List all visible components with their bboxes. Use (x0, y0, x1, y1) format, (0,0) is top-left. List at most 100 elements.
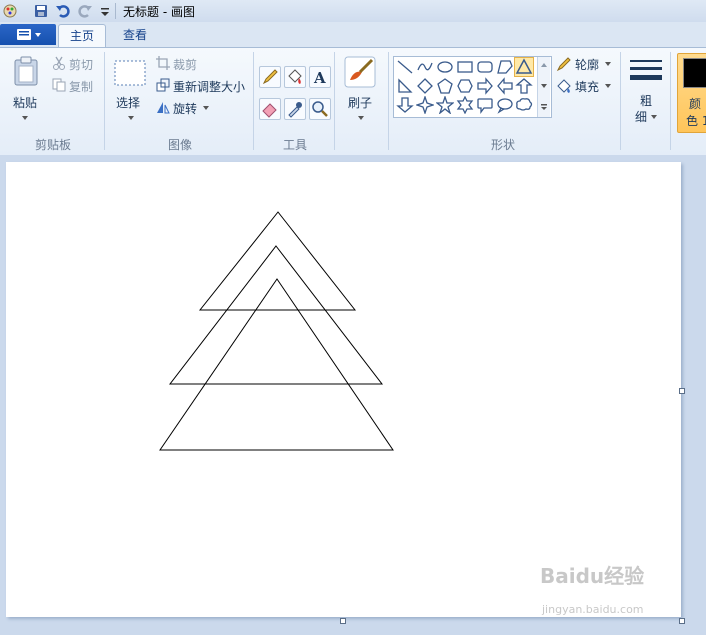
group-separator (620, 52, 621, 150)
outline-label: 轮廓 (575, 58, 600, 72)
tab-view[interactable]: 查看 (112, 24, 158, 47)
fill-tool[interactable] (284, 66, 306, 88)
drawing-canvas[interactable] (6, 162, 681, 617)
scroll-down-icon[interactable] (540, 83, 548, 89)
color1-label-2: 色 1 (686, 114, 706, 128)
size-label-1: 粗 (640, 94, 653, 108)
resize-button[interactable]: 重新调整大小 (154, 77, 249, 95)
watermark-logo: Baidu经验 (540, 564, 645, 588)
window-title: 无标题 - 画图 (123, 5, 195, 19)
eraser-tool[interactable] (259, 98, 281, 120)
save-icon[interactable] (33, 3, 49, 19)
up-arrow-shape-icon[interactable] (515, 77, 533, 95)
scroll-up-icon[interactable] (540, 62, 548, 68)
pentagon-shape-icon[interactable] (436, 77, 454, 95)
rectangle-shape-icon[interactable] (456, 58, 474, 76)
size-button[interactable]: 粗 细 (626, 50, 666, 126)
oval-callout-shape-icon[interactable] (496, 96, 514, 114)
hexagon-shape-icon[interactable] (456, 77, 474, 95)
triangle-shape-small (198, 211, 357, 311)
brushes-label: 刷子 (348, 96, 373, 110)
shapes-scrollbar[interactable] (537, 57, 550, 117)
cloud-callout-shape-icon[interactable] (515, 96, 533, 114)
chevron-down-icon (651, 115, 657, 119)
canvas-drawing (159, 211, 394, 451)
cut-label: 剪切 (69, 58, 94, 72)
six-point-star-shape-icon[interactable] (456, 96, 474, 114)
app-menu-button[interactable] (0, 24, 56, 45)
color1-label-1: 颜 (689, 97, 702, 111)
left-arrow-shape-icon[interactable] (496, 77, 514, 95)
down-arrow-shape-icon[interactable] (396, 96, 414, 114)
shapes-gallery (393, 56, 552, 118)
four-point-star-shape-icon[interactable] (416, 96, 434, 114)
select-label: 选择 (116, 96, 141, 110)
line-shape-icon[interactable] (396, 58, 414, 76)
outline-button[interactable]: 轮廓 (556, 55, 616, 73)
color1-swatch (683, 58, 706, 88)
group-separator (388, 52, 389, 150)
resize-handle-right[interactable] (679, 388, 685, 394)
expand-gallery-icon[interactable] (540, 103, 548, 111)
title-separator (115, 3, 116, 19)
rotate-icon (157, 102, 170, 114)
watermark-url: jingyan.baidu.com (542, 603, 644, 616)
outline-pen-icon (556, 57, 571, 72)
text-icon: A (313, 69, 326, 87)
pencil-tool[interactable] (259, 66, 281, 88)
copy-icon (52, 78, 66, 92)
paint-app-icon[interactable] (2, 3, 18, 19)
select-button[interactable]: 选择 (110, 50, 150, 126)
size-label-2: 细 (635, 110, 648, 124)
crop-icon (156, 56, 170, 70)
fill-bucket-icon (288, 69, 302, 84)
curve-shape-icon[interactable] (416, 58, 434, 76)
resize-handle-corner[interactable] (679, 618, 685, 624)
crop-button[interactable]: 裁剪 (154, 55, 214, 73)
line-width-icon (630, 60, 662, 80)
rounded-callout-shape-icon[interactable] (476, 96, 494, 114)
redo-icon[interactable] (77, 3, 93, 19)
chevron-down-icon (128, 116, 134, 120)
triangle-shape-medium (168, 245, 384, 385)
eraser-icon (262, 103, 277, 118)
group-separator (253, 52, 254, 150)
triangle-shape-large (159, 278, 394, 451)
copy-label: 复制 (69, 80, 94, 94)
brush-icon (344, 56, 376, 88)
five-point-star-shape-icon[interactable] (436, 96, 454, 114)
chevron-down-icon (358, 116, 364, 120)
oval-shape-icon[interactable] (436, 58, 454, 76)
polygon-shape-icon[interactable] (496, 58, 514, 76)
tab-home[interactable]: 主页 (58, 24, 106, 48)
svg-text:A: A (313, 69, 326, 87)
chevron-down-icon (203, 106, 209, 110)
rounded-rectangle-shape-icon[interactable] (476, 58, 494, 76)
fill-button[interactable]: 填充 (556, 77, 616, 95)
magnifier-tool[interactable] (309, 98, 331, 120)
right-triangle-shape-icon[interactable] (396, 77, 414, 95)
undo-icon[interactable] (55, 3, 71, 19)
ribbon: 粘贴 剪切 复制 剪贴板 选择 裁剪 重新调整大小 旋转 图像 A 工具 刷子 … (0, 47, 706, 156)
customize-dropdown-icon[interactable] (97, 3, 113, 19)
copy-button[interactable]: 复制 (50, 77, 100, 95)
triangle-shape-icon[interactable] (514, 57, 534, 77)
chevron-down-icon (605, 62, 611, 66)
tools-group-label: 工具 (282, 138, 307, 152)
resize-handle-bottom[interactable] (340, 618, 346, 624)
magnifier-icon (312, 101, 328, 117)
group-separator (670, 52, 671, 150)
clipboard-group-label: 剪贴板 (34, 138, 71, 152)
chevron-down-icon (605, 84, 611, 88)
brushes-button[interactable]: 刷子 (340, 50, 380, 126)
diamond-shape-icon[interactable] (416, 77, 434, 95)
right-arrow-shape-icon[interactable] (476, 77, 494, 95)
fill-bucket-icon (557, 79, 571, 93)
color-picker-tool[interactable] (284, 98, 306, 120)
color1-button[interactable]: 颜 色 1 (677, 53, 706, 133)
rotate-button[interactable]: 旋转 (154, 99, 214, 117)
paste-button[interactable]: 粘贴 (5, 50, 45, 126)
cut-button[interactable]: 剪切 (50, 55, 100, 73)
crop-label: 裁剪 (173, 58, 198, 72)
text-tool[interactable]: A (309, 66, 331, 88)
